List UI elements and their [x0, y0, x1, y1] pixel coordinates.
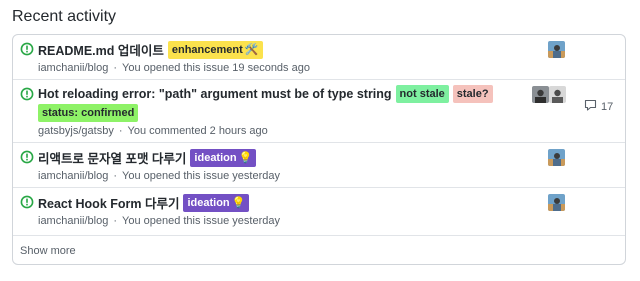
repo-link[interactable]: iamchanii/blog	[38, 62, 108, 74]
section-heading: Recent activity	[12, 8, 117, 25]
issue-meta: iamchanii/blog · You opened this issue 19 …	[38, 62, 310, 74]
avatar-icon[interactable]	[548, 194, 565, 211]
tools-icon: 🛠️	[244, 43, 259, 56]
avatar-icon[interactable]	[548, 41, 565, 58]
lightbulb-icon: 💡	[238, 151, 253, 164]
comment-count: 17	[601, 100, 614, 113]
issue-opened-icon	[20, 150, 34, 164]
label-ideation[interactable]: ideation 💡	[183, 193, 250, 212]
issue-title-link[interactable]: README.md 업데이트	[38, 40, 164, 59]
show-more-button[interactable]: Show more	[20, 245, 76, 257]
issue-title-link[interactable]: React Hook Form 다루기	[38, 193, 179, 212]
separator-dot: ·	[118, 125, 123, 137]
repo-link[interactable]: iamchanii/blog	[38, 170, 108, 182]
issue-row: README.md 업데이트 enhancement 🛠️ iamchanii/b…	[13, 35, 625, 80]
issue-row: React Hook Form 다루기 ideation 💡 iamchanii/…	[13, 188, 625, 236]
lightbulb-icon: 💡	[231, 196, 246, 209]
label-ideation[interactable]: ideation 💡	[190, 148, 257, 167]
avatar-icon[interactable]	[549, 86, 566, 103]
avatar-icon[interactable]	[548, 149, 565, 166]
issue-row: Hot reloading error: "path" argument mus…	[13, 80, 625, 143]
activity-text: You commented 2 hours ago	[127, 125, 268, 137]
activity-text: You opened this issue yesterday	[122, 170, 280, 182]
label-status-confirmed[interactable]: status: confirmed	[38, 104, 139, 122]
issue-opened-icon	[20, 87, 34, 101]
activity-text: You opened this issue yesterday	[122, 215, 280, 227]
issue-title-link[interactable]: Hot reloading error: "path" argument mus…	[38, 87, 392, 101]
activity-text: You opened this issue 19 seconds ago	[122, 62, 310, 74]
issue-opened-icon	[20, 195, 34, 209]
separator-dot: ·	[113, 215, 117, 227]
repo-link[interactable]: gatsbyjs/gatsby	[38, 125, 114, 137]
comments-link[interactable]: 17	[584, 99, 613, 114]
issue-meta: iamchanii/blog · You opened this issue yes…	[38, 215, 280, 227]
repo-link[interactable]: iamchanii/blog	[38, 215, 108, 227]
separator-dot: ·	[113, 170, 117, 182]
label-stale[interactable]: stale?	[452, 85, 493, 103]
label-not-stale[interactable]: not stale	[395, 85, 449, 103]
issue-opened-icon	[20, 42, 34, 56]
avatar-icon[interactable]	[532, 86, 549, 103]
issue-meta: gatsbyjs/gatsby · You commented 2 hours ag…	[38, 125, 268, 137]
comment-icon	[584, 99, 597, 114]
issue-title-link[interactable]: 리액트로 문자열 포맷 다루기	[38, 148, 186, 167]
recent-activity-list: README.md 업데이트 enhancement 🛠️ iamchanii/b…	[12, 34, 626, 265]
separator-dot: ·	[113, 62, 117, 74]
issue-row: 리액트로 문자열 포맷 다루기 ideation 💡 iamchanii/blog…	[13, 143, 625, 188]
issue-meta: iamchanii/blog · You opened this issue yes…	[38, 170, 280, 182]
label-enhancement[interactable]: enhancement 🛠️	[167, 40, 263, 59]
